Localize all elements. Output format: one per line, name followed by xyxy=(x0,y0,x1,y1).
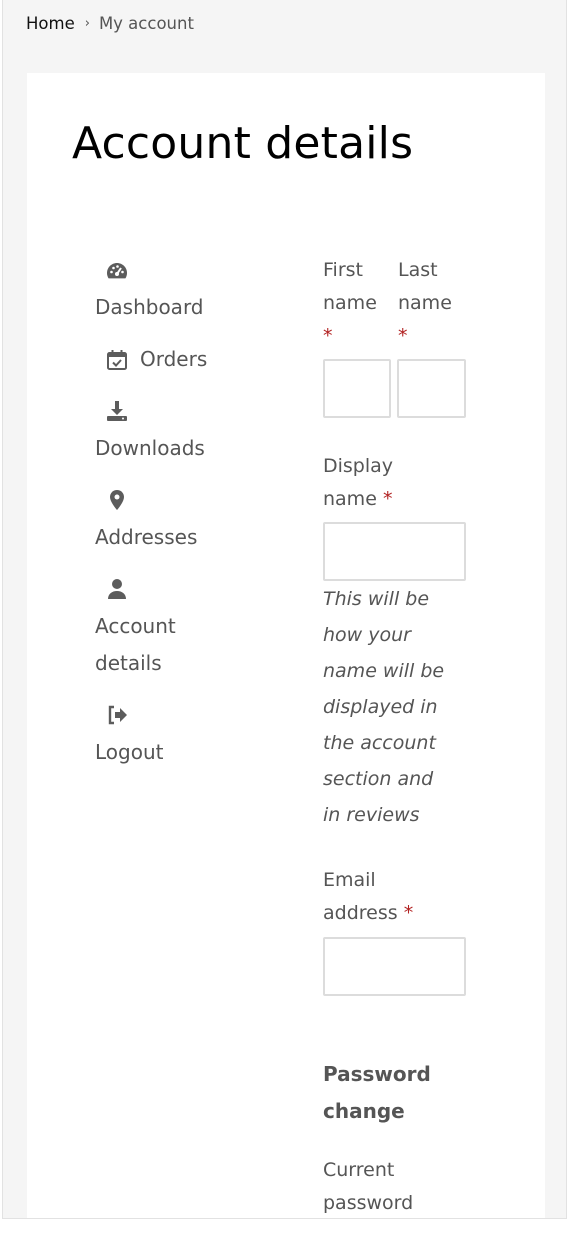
breadcrumb: Home › My account xyxy=(26,14,194,33)
nav-downloads[interactable]: Downloads xyxy=(95,430,205,467)
email-label: Email address * xyxy=(323,869,414,924)
page-frame: Home › My account Account details Dashbo… xyxy=(2,0,567,1219)
sign-out-icon xyxy=(105,703,129,727)
last-name-input[interactable] xyxy=(397,359,466,418)
display-name-hint: This will be how your name will be displ… xyxy=(323,588,445,826)
nav-logout[interactable]: Logout xyxy=(95,734,163,771)
required-mark: * xyxy=(323,325,333,347)
breadcrumb-separator: › xyxy=(84,16,90,31)
nav-dashboard[interactable]: Dashboard xyxy=(95,289,204,326)
map-marker-icon xyxy=(105,488,129,512)
nav-orders[interactable]: Orders xyxy=(140,341,207,378)
page-title: Account details xyxy=(72,118,414,169)
current-password-label: Current password xyxy=(323,1159,414,1214)
nav-account-details-line2: details xyxy=(95,651,162,675)
email-input[interactable] xyxy=(323,937,466,996)
tachometer-icon xyxy=(105,260,129,284)
required-mark: * xyxy=(403,902,414,924)
nav-account-details-line1: Account xyxy=(95,614,176,638)
first-name-input[interactable] xyxy=(323,359,391,418)
required-mark: * xyxy=(382,488,393,510)
nav-addresses[interactable]: Addresses xyxy=(95,519,197,556)
nav-account-details[interactable]: Account details xyxy=(95,608,176,682)
user-icon xyxy=(105,577,129,601)
last-name-label: Last name * xyxy=(398,254,452,353)
breadcrumb-current: My account xyxy=(98,14,194,33)
calendar-check-icon xyxy=(105,348,129,372)
account-card: Account details Dashboard Orders Downloa… xyxy=(27,73,545,1218)
password-change-heading: Password change xyxy=(323,1062,431,1123)
first-name-label: First name * xyxy=(323,254,377,353)
breadcrumb-home-link[interactable]: Home xyxy=(26,14,75,33)
display-name-label: Display name * xyxy=(323,455,394,510)
download-icon xyxy=(105,399,129,423)
required-mark: * xyxy=(398,325,408,347)
display-name-input[interactable] xyxy=(323,522,466,581)
